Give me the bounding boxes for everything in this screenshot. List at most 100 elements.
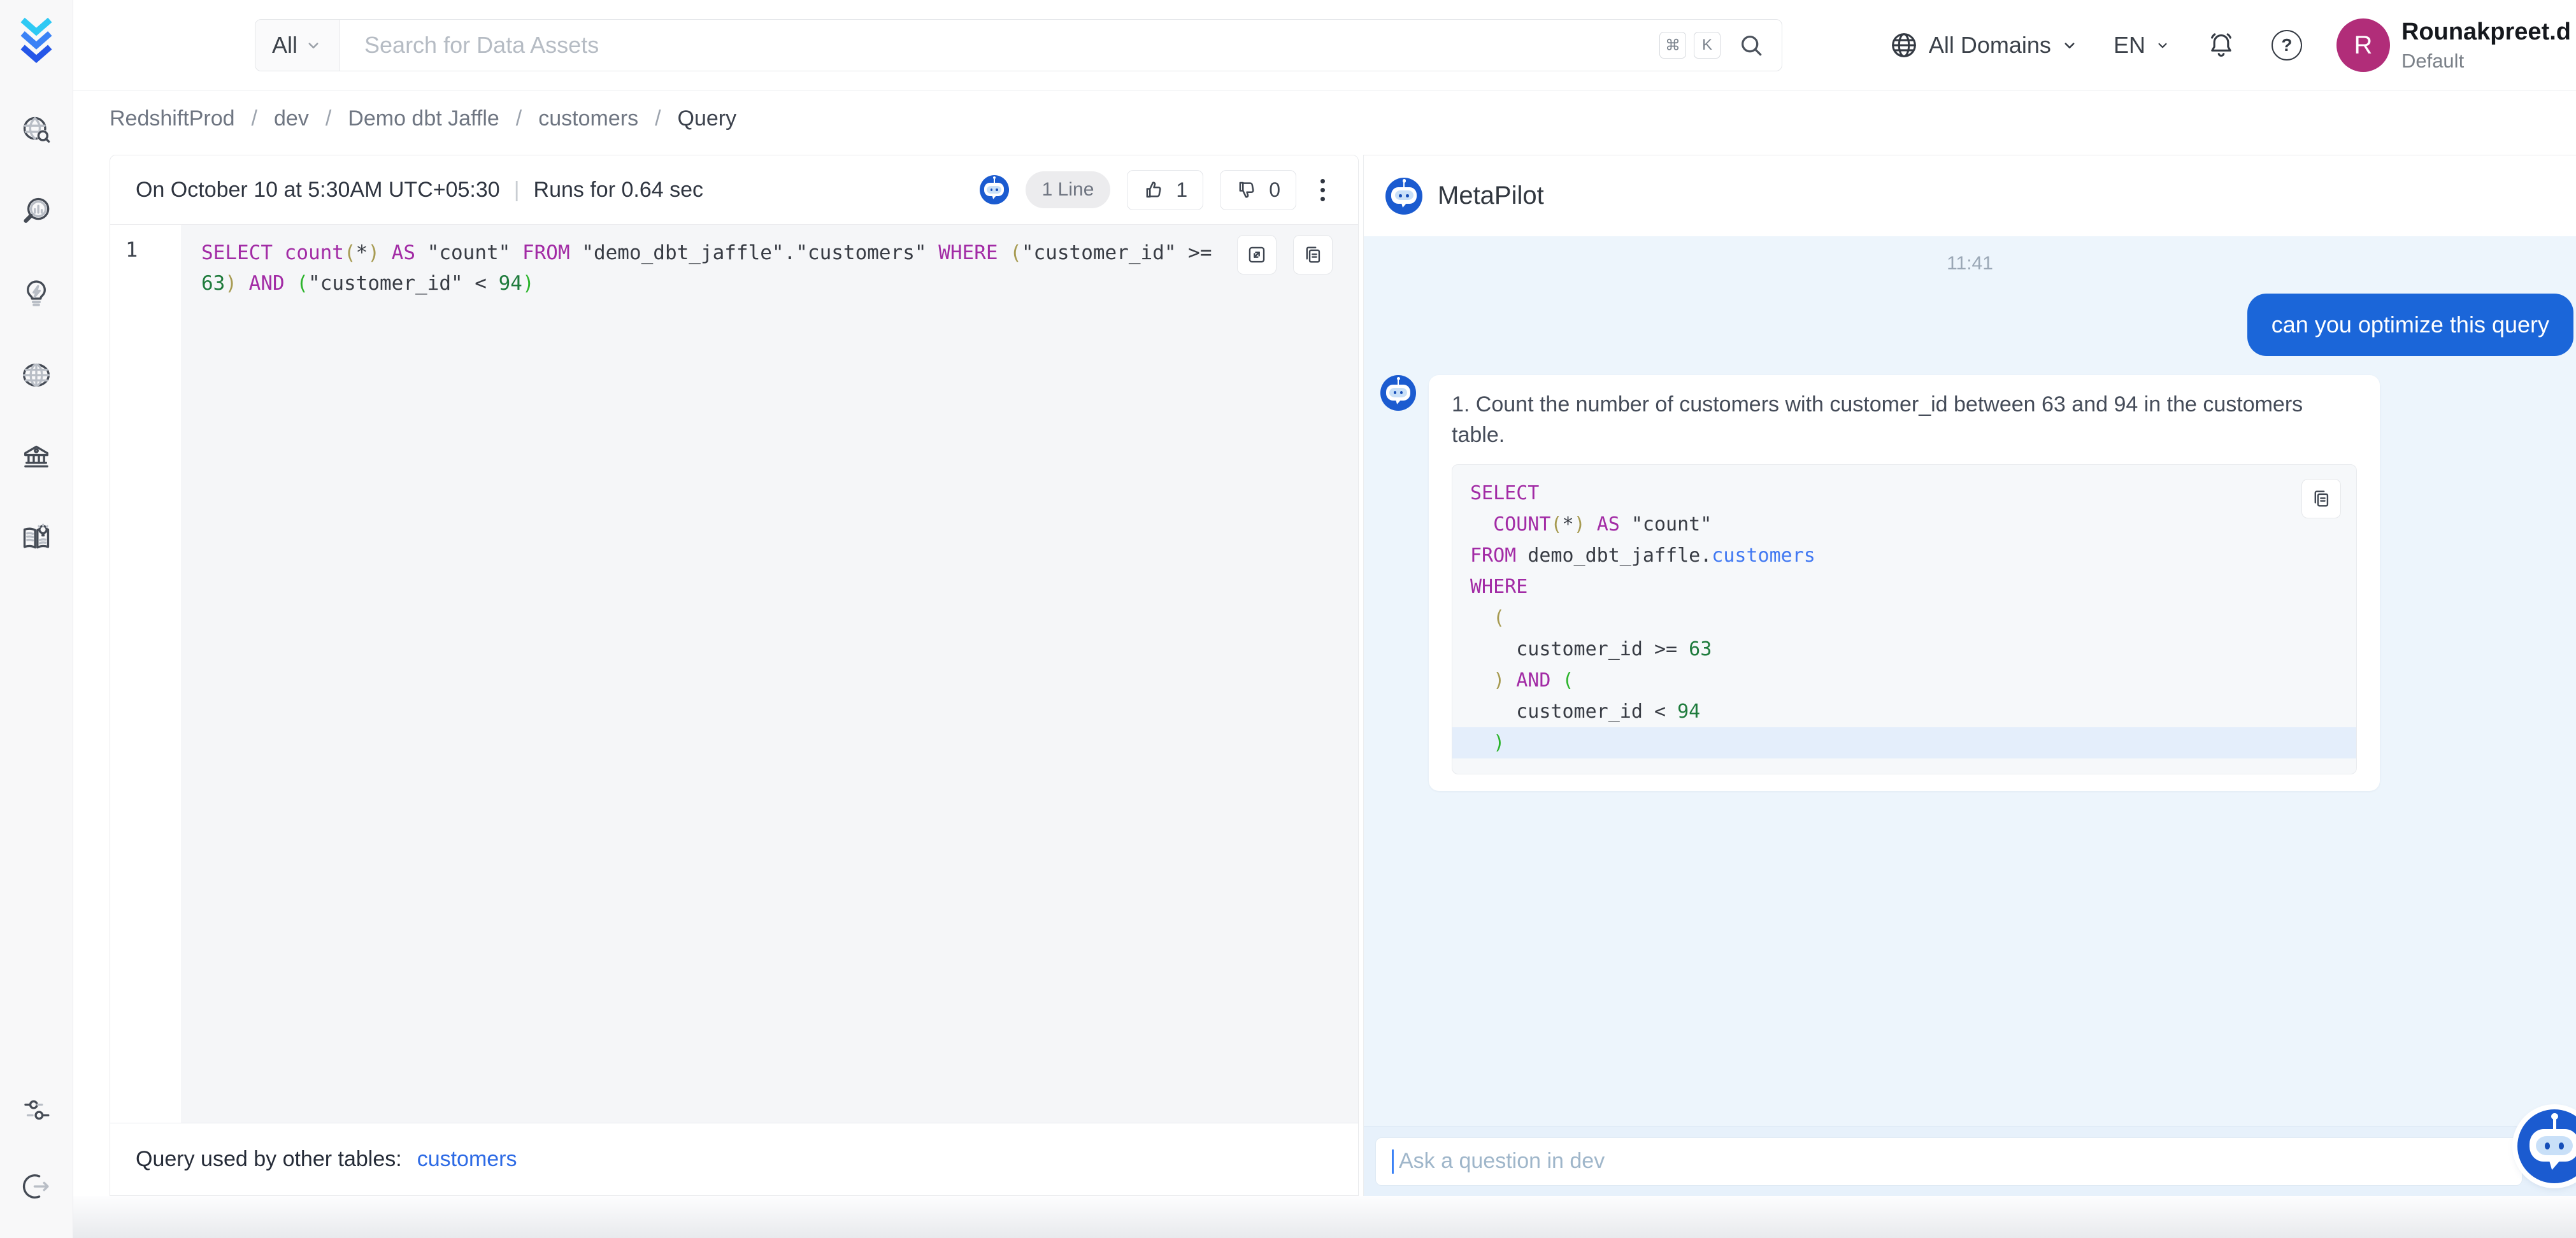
chat-timestamp: 11:41 xyxy=(1364,253,2576,274)
sidebar-item-discover[interactable] xyxy=(19,115,54,149)
k-key-badge: K xyxy=(1694,32,1721,59)
idea-lightbulb-icon xyxy=(19,276,54,314)
notifications-bell-icon[interactable] xyxy=(2205,29,2237,61)
breadcrumb-item-database[interactable]: dev xyxy=(274,106,309,131)
avatar[interactable]: R xyxy=(2336,18,2390,72)
user-name: Rounakpreet.d xyxy=(2401,18,2571,46)
editor-buttons xyxy=(1237,235,1333,274)
query-header-actions: 1 Line 1 0 xyxy=(980,170,1333,210)
chevron-down-icon xyxy=(2060,36,2079,55)
globe-icon xyxy=(1888,29,1920,61)
query-timestamp: On October 10 at 5:30AM UTC+05:30 xyxy=(136,178,500,203)
breadcrumb-item-connection[interactable]: RedshiftProd xyxy=(110,106,235,131)
sidebar xyxy=(0,0,73,1238)
search-filter-label: All xyxy=(272,32,297,59)
all-domains-label: All Domains xyxy=(1929,32,2051,59)
topbar-right: All Domains EN ? R Rounakpreet.d Default xyxy=(1888,18,2576,73)
knowledge-book-icon xyxy=(19,521,54,559)
upvote-count: 1 xyxy=(1176,178,1187,202)
all-domains-dropdown[interactable]: All Domains xyxy=(1888,29,2079,61)
bot-sql-code-block: SELECT COUNT(*) AS "count"FROM demo_dbt_… xyxy=(1452,464,2357,774)
sidebar-nav xyxy=(19,115,54,557)
query-meta: On October 10 at 5:30AM UTC+05:30 | Runs… xyxy=(136,178,703,203)
bot-response-card: 1. Count the number of customers with cu… xyxy=(1429,375,2380,791)
user-message-row: can you optimize this query xyxy=(1364,294,2576,356)
sql-code[interactable]: SELECT count(*) AS "count" FROM "demo_db… xyxy=(182,225,1358,1123)
sidebar-item-insights[interactable] xyxy=(19,196,54,231)
bottom-strip xyxy=(73,1196,2576,1238)
language-dropdown[interactable]: EN xyxy=(2114,32,2171,59)
downvote-button[interactable]: 0 xyxy=(1220,170,1296,210)
chat-input-band xyxy=(1364,1126,2576,1196)
sql-editor: 1 SELECT count(*) AS "count" FROM "demo_… xyxy=(110,225,1358,1123)
user-menu[interactable]: R Rounakpreet.d Default xyxy=(2336,18,2571,73)
sidebar-item-ideas[interactable] xyxy=(19,278,54,312)
app-root: All Search for Data Assets ⌘ K All Domai… xyxy=(0,0,2576,1238)
expand-icon xyxy=(1246,244,1268,266)
bot-badge-icon xyxy=(980,175,1009,204)
governance-bank-icon xyxy=(19,439,54,477)
user-info: Rounakpreet.d Default xyxy=(2401,18,2571,73)
sidebar-item-preferences[interactable] xyxy=(20,1094,54,1128)
breadcrumb-separator: / xyxy=(655,106,661,131)
query-panel: On October 10 at 5:30AM UTC+05:30 | Runs… xyxy=(110,155,1359,1196)
breadcrumb-current: Query xyxy=(678,106,737,131)
chevron-down-icon xyxy=(2154,37,2171,53)
sidebar-bottom xyxy=(0,1094,73,1205)
preferences-sliders-icon xyxy=(20,1093,54,1130)
thumbs-up-icon xyxy=(1143,178,1166,201)
breadcrumb-item-schema[interactable]: Demo dbt Jaffle xyxy=(348,106,499,131)
copy-query-button[interactable] xyxy=(1293,235,1333,274)
bot-response-text: 1. Count the number of customers with cu… xyxy=(1452,389,2357,450)
metapilot-bot-icon xyxy=(1385,178,1422,215)
sidebar-item-domains[interactable] xyxy=(19,359,54,394)
atlan-logo[interactable] xyxy=(16,14,57,65)
text-caret xyxy=(1392,1149,1394,1174)
discover-globe-search-icon xyxy=(19,113,54,151)
breadcrumb: RedshiftProd / dev / Demo dbt Jaffle / c… xyxy=(110,92,736,145)
user-message-bubble: can you optimize this query xyxy=(2247,294,2573,356)
language-label: EN xyxy=(2114,32,2145,59)
used-by-table-link[interactable]: customers xyxy=(417,1147,517,1172)
query-runtime: Runs for 0.64 sec xyxy=(534,178,703,203)
search-icon[interactable] xyxy=(1737,31,1765,59)
copy-icon xyxy=(2310,488,2332,509)
domains-globe-icon xyxy=(19,358,54,395)
query-footer: Query used by other tables: customers xyxy=(110,1123,1358,1195)
help-icon[interactable]: ? xyxy=(2272,30,2302,60)
line-number: 1 xyxy=(125,238,138,262)
bot-message-row: 1. Count the number of customers with cu… xyxy=(1364,375,2576,791)
insights-magnifier-chart-icon xyxy=(19,195,54,232)
topbar: All Search for Data Assets ⌘ K All Domai… xyxy=(73,0,2576,91)
breadcrumb-item-table[interactable]: customers xyxy=(538,106,638,131)
upvote-button[interactable]: 1 xyxy=(1127,170,1203,210)
sidebar-item-logout[interactable] xyxy=(20,1170,54,1205)
search-input[interactable]: Search for Data Assets xyxy=(364,32,1659,59)
metapilot-title: MetaPilot xyxy=(1438,181,1544,210)
more-options-menu[interactable] xyxy=(1313,174,1333,206)
command-key-badge: ⌘ xyxy=(1659,32,1686,59)
chevron-down-icon xyxy=(304,36,323,55)
sidebar-item-governance[interactable] xyxy=(19,441,54,475)
ask-question-input[interactable] xyxy=(1375,1137,2522,1186)
sidebar-item-knowledge[interactable] xyxy=(19,522,54,557)
used-by-label: Query used by other tables: xyxy=(136,1147,402,1172)
copy-code-button[interactable] xyxy=(2301,479,2341,518)
chat-body: 11:41 can you optimize this query 1. Cou… xyxy=(1364,236,2576,1126)
line-number-gutter: 1 xyxy=(110,225,182,1123)
search-filter-dropdown[interactable]: All xyxy=(255,20,340,71)
bot-sql-code-lines[interactable]: SELECT COUNT(*) AS "count"FROM demo_dbt_… xyxy=(1452,478,2356,758)
chat-input-wrap xyxy=(1375,1137,2522,1186)
meta-divider: | xyxy=(514,178,520,203)
copy-icon xyxy=(1302,244,1324,266)
global-search[interactable]: All Search for Data Assets ⌘ K xyxy=(255,19,1782,71)
lines-badge: 1 Line xyxy=(1026,171,1111,208)
thumbs-down-icon xyxy=(1236,178,1259,201)
metapilot-panel: MetaPilot 11:41 can you optimize this qu… xyxy=(1363,155,2576,1196)
breadcrumb-separator: / xyxy=(326,106,331,131)
downvote-count: 0 xyxy=(1269,178,1280,202)
expand-query-button[interactable] xyxy=(1237,235,1277,274)
bot-message-avatar xyxy=(1380,375,1416,411)
metapilot-header: MetaPilot xyxy=(1364,155,2576,236)
user-subtitle: Default xyxy=(2401,50,2571,73)
